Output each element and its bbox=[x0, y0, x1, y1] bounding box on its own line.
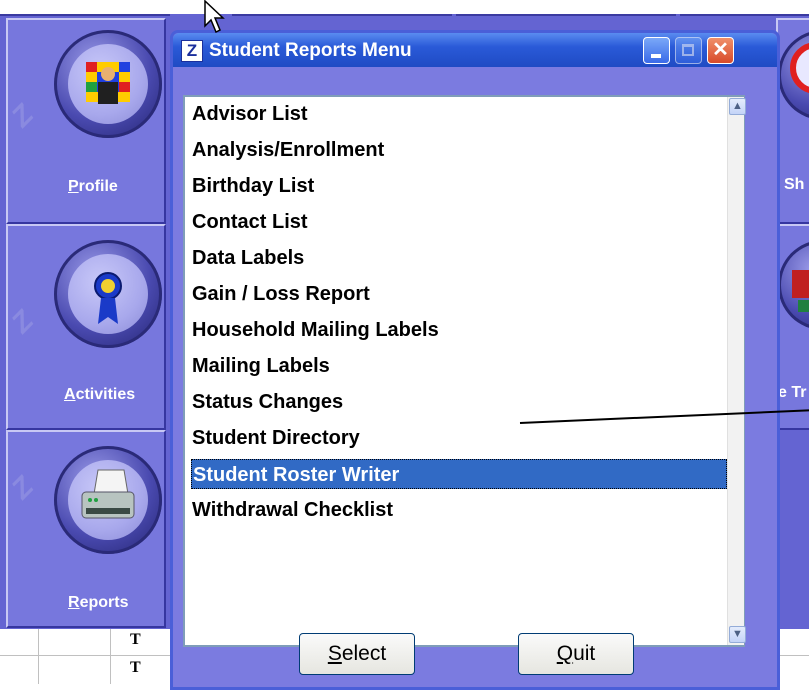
profile-icon bbox=[68, 44, 148, 124]
app-logo-icon: Z bbox=[181, 40, 203, 62]
report-list-item[interactable]: Student Directory bbox=[191, 423, 727, 453]
close-button[interactable]: ✕ bbox=[707, 37, 734, 64]
profile-tile[interactable]: Z Profile bbox=[5, 18, 166, 224]
right-label-2: e Tr bbox=[778, 384, 807, 401]
reports-label: Reports bbox=[68, 594, 129, 611]
report-list-item[interactable]: Advisor List bbox=[191, 99, 727, 129]
report-list-item[interactable]: Data Labels bbox=[191, 243, 727, 273]
chevron-up-icon: ▲ bbox=[732, 100, 743, 112]
grid-cell: T bbox=[130, 659, 141, 676]
transfer-icon bbox=[778, 240, 809, 330]
reports-tile[interactable]: Z Reports bbox=[5, 430, 166, 628]
top-strip bbox=[0, 0, 809, 14]
report-list[interactable]: Advisor List Analysis/Enrollment Birthday … bbox=[183, 95, 746, 647]
report-list-item[interactable]: Analysis/Enrollment bbox=[191, 135, 727, 165]
quit-button[interactable]: Quit bbox=[518, 633, 634, 675]
watermark: Z bbox=[5, 98, 40, 133]
maximize-icon bbox=[682, 44, 694, 56]
report-list-item[interactable]: Household Mailing Labels bbox=[191, 315, 727, 345]
report-list-item[interactable]: Contact List bbox=[191, 207, 727, 237]
right-label-1: Sh bbox=[784, 176, 805, 193]
reports-orb bbox=[54, 446, 162, 554]
activities-label: Activities bbox=[64, 386, 136, 403]
minimize-icon bbox=[651, 54, 661, 58]
report-list-item[interactable]: Gain / Loss Report bbox=[191, 279, 727, 309]
top-tab-3 bbox=[456, 14, 676, 26]
minimize-button[interactable] bbox=[643, 37, 670, 64]
scroll-down-button[interactable]: ▼ bbox=[729, 626, 746, 643]
profile-orb bbox=[54, 30, 162, 138]
top-tab-2 bbox=[232, 14, 452, 26]
report-list-items: Advisor List Analysis/Enrollment Birthday … bbox=[185, 97, 727, 645]
no-sign-icon bbox=[778, 30, 809, 120]
grid-col-line bbox=[110, 629, 111, 684]
printer-icon bbox=[68, 460, 148, 540]
maximize-button[interactable] bbox=[675, 37, 702, 64]
report-list-item[interactable]: Mailing Labels bbox=[191, 351, 727, 381]
report-list-item[interactable]: Student Roster Writer bbox=[191, 459, 727, 489]
watermark: Z bbox=[5, 470, 40, 505]
report-list-item[interactable]: Birthday List bbox=[191, 171, 727, 201]
window-title: Student Reports Menu bbox=[209, 40, 412, 61]
mouse-cursor-icon bbox=[204, 0, 225, 34]
profile-label: Profile bbox=[68, 178, 118, 195]
grid-col-line bbox=[38, 629, 39, 684]
watermark: Z bbox=[5, 304, 40, 339]
vertical-scrollbar[interactable]: ▲ ▼ bbox=[727, 97, 746, 645]
report-list-item[interactable]: Withdrawal Checklist bbox=[191, 495, 727, 525]
grid-cell: T bbox=[130, 631, 141, 648]
ribbon-icon bbox=[68, 254, 148, 334]
activities-orb bbox=[54, 240, 162, 348]
report-list-item[interactable]: Status Changes bbox=[191, 387, 727, 417]
scroll-up-button[interactable]: ▲ bbox=[729, 98, 746, 115]
close-icon: ✕ bbox=[712, 39, 729, 61]
student-reports-dialog: Z Student Reports Menu ✕ Advisor List Ana… bbox=[170, 30, 780, 690]
activities-tile[interactable]: Z Activities bbox=[5, 224, 166, 430]
title-bar[interactable]: Z Student Reports Menu ✕ bbox=[173, 33, 777, 67]
select-button[interactable]: Select bbox=[299, 633, 415, 675]
chevron-down-icon: ▼ bbox=[732, 628, 743, 640]
